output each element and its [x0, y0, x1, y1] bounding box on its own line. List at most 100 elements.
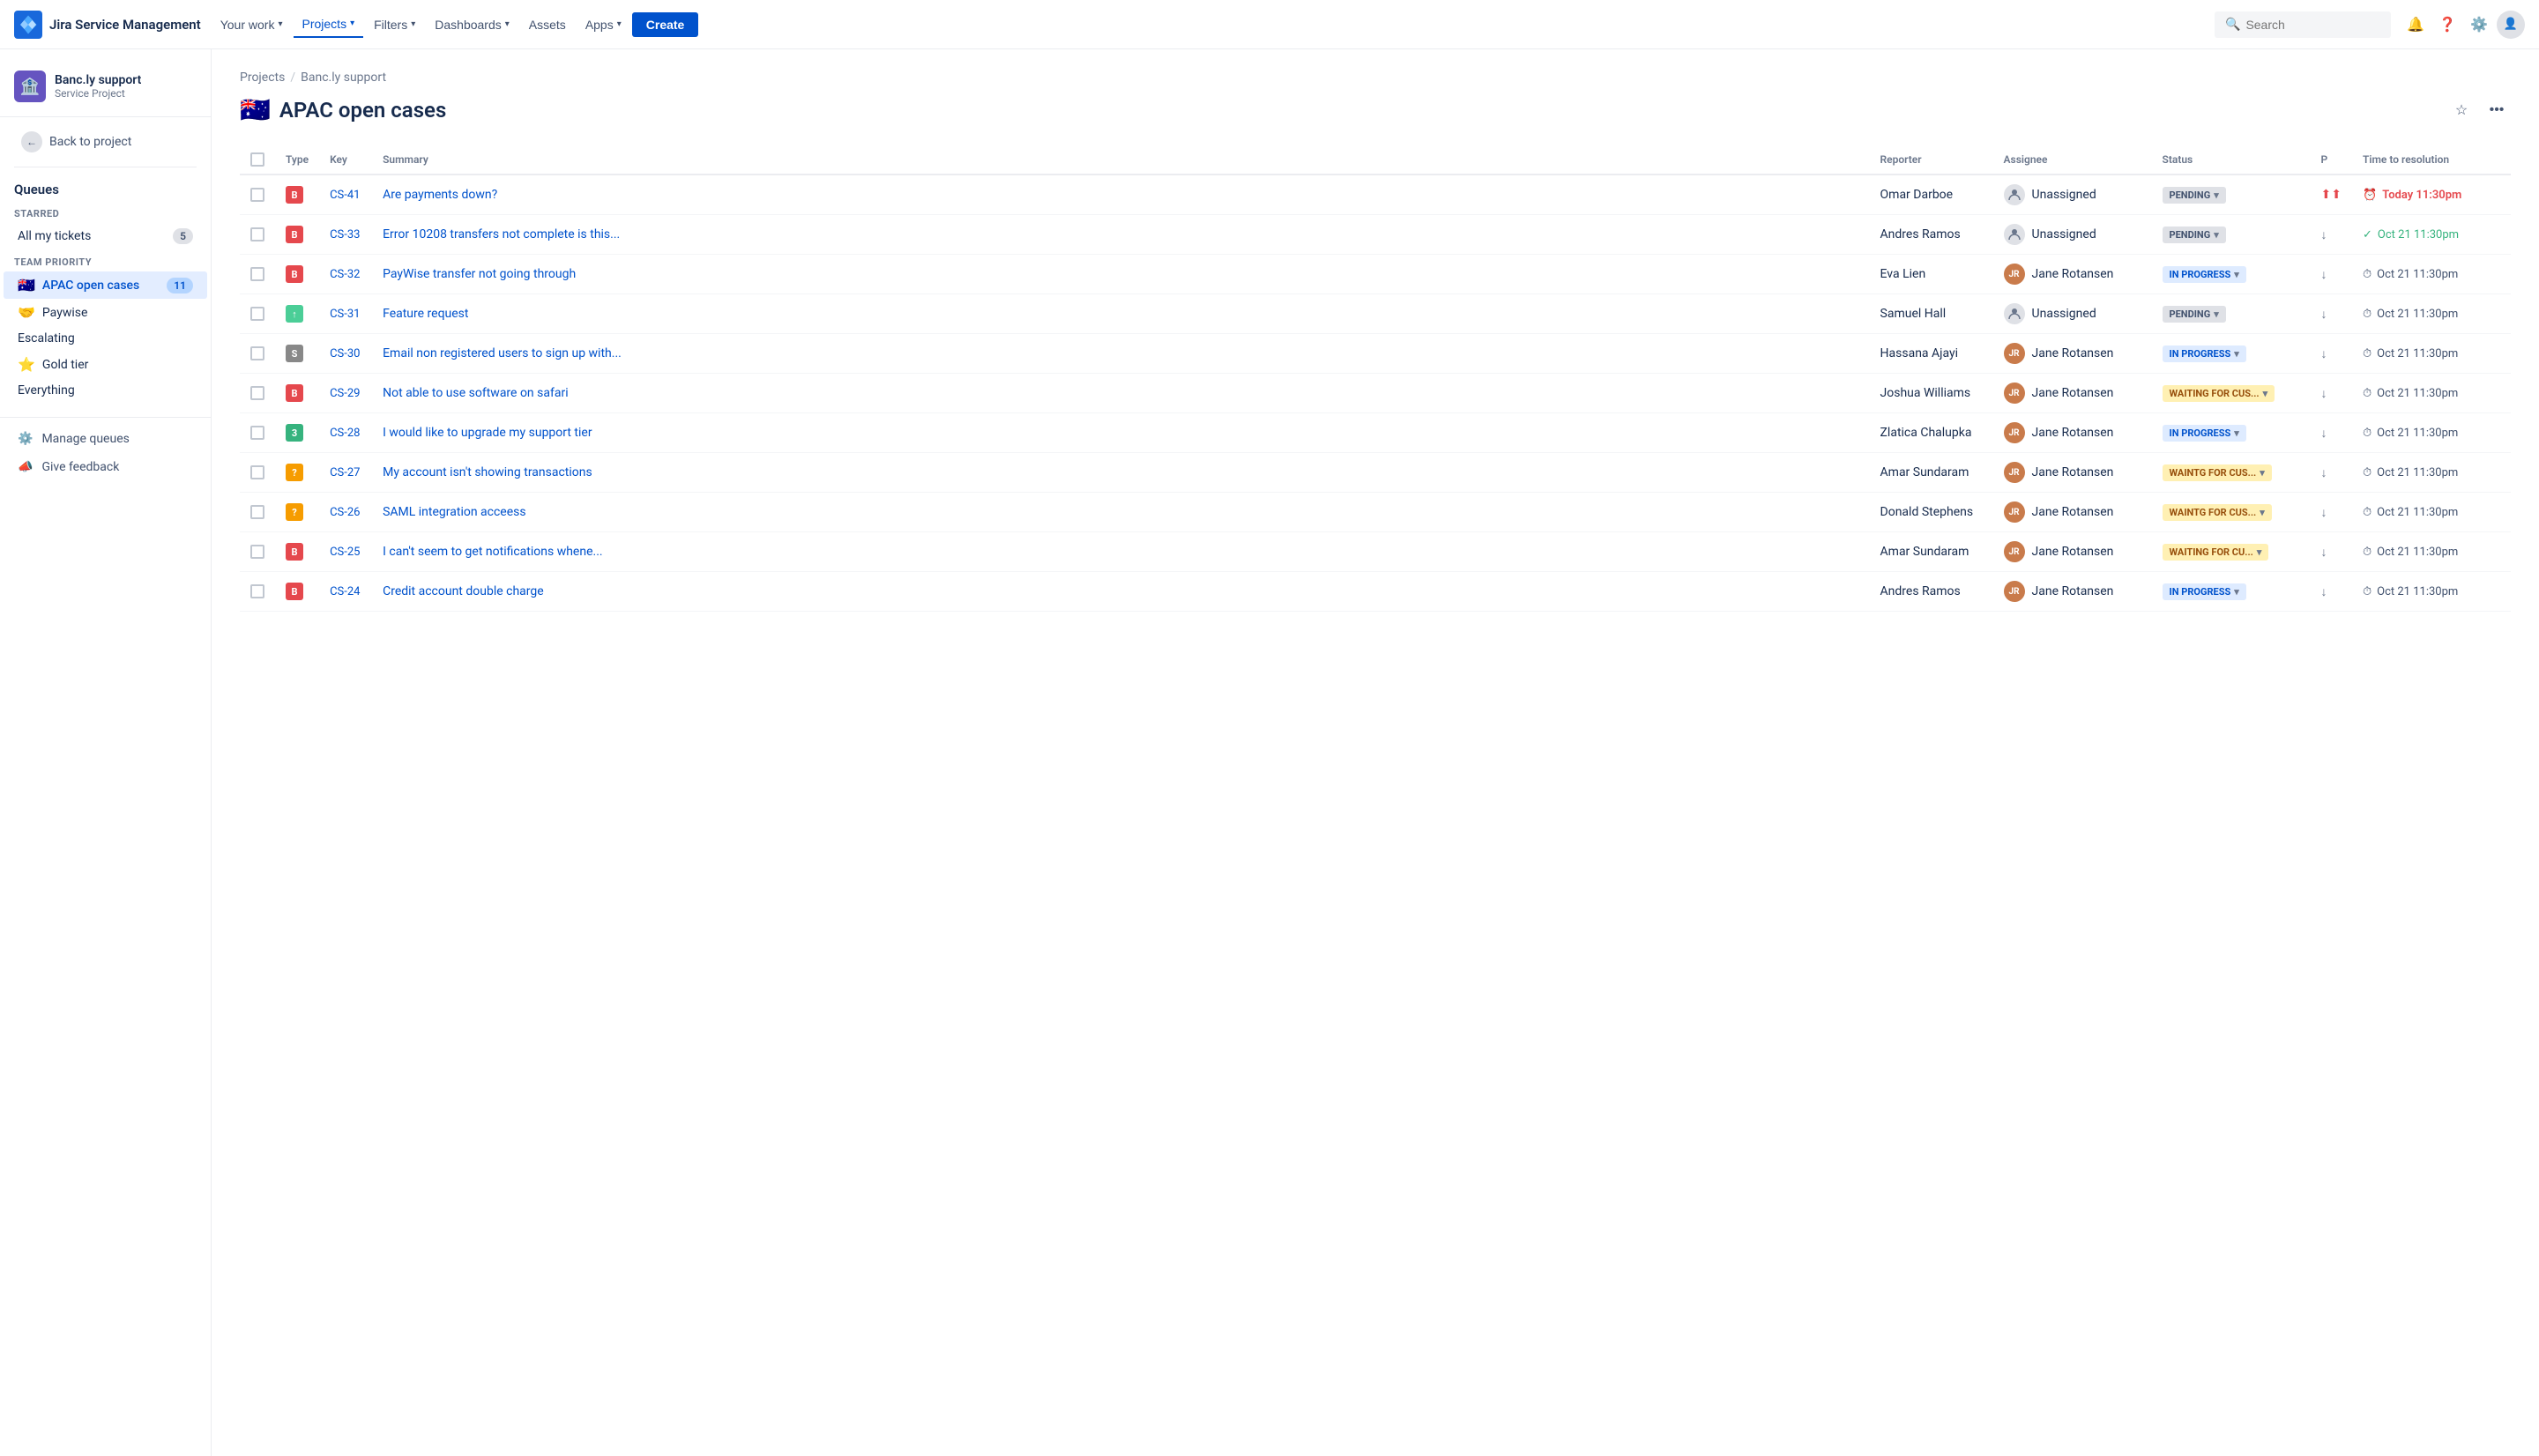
row-checkbox[interactable]	[250, 426, 264, 440]
issue-key[interactable]: CS-31	[330, 308, 360, 321]
time-cell: ⏱ Oct 21 11:30pm	[2363, 546, 2500, 559]
sidebar-item-escalating[interactable]: Escalating	[4, 326, 207, 351]
settings-button[interactable]: ⚙️	[2465, 11, 2493, 39]
status-badge[interactable]: PENDING ▾	[2163, 227, 2226, 243]
reporter-name: Samuel Hall	[1880, 307, 1947, 321]
status-badge[interactable]: IN PROGRESS ▾	[2163, 425, 2246, 442]
priority-icon: ↓	[2321, 546, 2327, 560]
nav-apps[interactable]: Apps ▾	[577, 12, 630, 37]
more-actions-button[interactable]: •••	[2483, 96, 2511, 124]
status-badge[interactable]: IN PROGRESS ▾	[2163, 345, 2246, 362]
status-badge[interactable]: WAINTG FOR CUS... ▾	[2163, 464, 2272, 481]
time-cell: ⏱ Oct 21 11:30pm	[2363, 506, 2500, 519]
status-badge[interactable]: WAINTG FOR CUS... ▾	[2163, 504, 2272, 521]
status-badge[interactable]: WAITING FOR CU... ▾	[2163, 544, 2269, 561]
priority-icon: ⬆⬆	[2321, 188, 2342, 202]
status-badge[interactable]: PENDING ▾	[2163, 306, 2226, 323]
row-checkbox[interactable]	[250, 188, 264, 202]
give-feedback-item[interactable]: 📣 Give feedback	[4, 453, 207, 481]
issue-key[interactable]: CS-30	[330, 347, 360, 360]
time-icon: ⏱	[2363, 506, 2371, 519]
issue-key[interactable]: CS-27	[330, 466, 360, 479]
search-input[interactable]	[2245, 18, 2380, 32]
priority-icon: ↓	[2321, 466, 2327, 480]
row-checkbox[interactable]	[250, 465, 264, 479]
page-title-text: APAC open cases	[279, 98, 446, 123]
breadcrumb-project-name[interactable]: Banc.ly support	[301, 71, 386, 85]
nav-projects[interactable]: Projects ▾	[294, 11, 364, 38]
issue-key[interactable]: CS-29	[330, 387, 360, 400]
sidebar-emoji: ⭐	[18, 356, 35, 373]
sidebar-label: Paywise	[42, 306, 87, 320]
issue-key[interactable]: CS-41	[330, 189, 360, 202]
row-checkbox[interactable]	[250, 505, 264, 519]
assignee-name: Jane Rotansen	[2032, 426, 2114, 440]
row-checkbox[interactable]	[250, 584, 264, 598]
issue-key[interactable]: CS-26	[330, 506, 360, 519]
issue-summary[interactable]: Not able to use software on safari	[383, 386, 569, 400]
issue-summary[interactable]: Email non registered users to sign up wi…	[383, 346, 622, 360]
time-cell: ⏱ Oct 21 11:30pm	[2363, 308, 2500, 321]
row-checkbox[interactable]	[250, 227, 264, 241]
nav-filters[interactable]: Filters ▾	[365, 12, 424, 37]
assignee-cell: JR Jane Rotansen	[2004, 462, 2141, 483]
assignee-name: Jane Rotansen	[2032, 267, 2114, 281]
issue-summary[interactable]: I can't seem to get notifications whene.…	[383, 545, 603, 559]
sidebar-item-paywise[interactable]: 🤝 Paywise	[4, 299, 207, 326]
row-checkbox[interactable]	[250, 307, 264, 321]
row-checkbox[interactable]	[250, 346, 264, 360]
sidebar-item-all-tickets[interactable]: All my tickets 5	[4, 223, 207, 249]
reporter-name: Hassana Ajayi	[1880, 346, 1959, 360]
notifications-button[interactable]: 🔔	[2401, 11, 2430, 39]
star-button[interactable]: ☆	[2447, 96, 2476, 124]
issue-summary[interactable]: PayWise transfer not going through	[383, 267, 576, 281]
time-cell: ⏱ Oct 21 11:30pm	[2363, 347, 2500, 360]
row-checkbox[interactable]	[250, 386, 264, 400]
issue-summary[interactable]: Error 10208 transfers not complete is th…	[383, 227, 620, 241]
issue-summary[interactable]: Credit account double charge	[383, 584, 544, 598]
type-icon: B	[286, 543, 303, 561]
type-icon: B	[286, 186, 303, 204]
issue-key[interactable]: CS-32	[330, 268, 360, 281]
nav-your-work[interactable]: Your work ▾	[212, 12, 292, 37]
issue-key[interactable]: CS-33	[330, 228, 360, 241]
time-icon: ⏱	[2363, 387, 2371, 400]
chevron-down-icon: ▾	[2214, 308, 2219, 320]
status-badge[interactable]: WAITING FOR CUS... ▾	[2163, 385, 2275, 402]
assignee-cell: JR Jane Rotansen	[2004, 541, 2141, 562]
nav-assets[interactable]: Assets	[520, 12, 575, 37]
table-row: 3CS-28I would like to upgrade my support…	[240, 413, 2511, 453]
priority-icon: ↓	[2321, 308, 2327, 322]
help-button[interactable]: ❓	[2433, 11, 2461, 39]
priority-icon: ↓	[2321, 585, 2327, 599]
create-button[interactable]: Create	[632, 12, 699, 37]
status-badge[interactable]: PENDING ▾	[2163, 187, 2226, 204]
assignee-cell: Unassigned	[2004, 184, 2141, 205]
issue-key[interactable]: CS-28	[330, 427, 360, 440]
sidebar-item-apac[interactable]: 🇦🇺 APAC open cases 11	[4, 271, 207, 299]
row-checkbox[interactable]	[250, 545, 264, 559]
issue-summary[interactable]: I would like to upgrade my support tier	[383, 426, 592, 440]
issue-summary[interactable]: SAML integration acceess	[383, 505, 526, 519]
select-all-checkbox[interactable]	[250, 152, 264, 167]
app-logo[interactable]: Jira Service Management	[14, 11, 201, 39]
issue-summary[interactable]: My account isn't showing transactions	[383, 465, 592, 479]
table-row: BCS-33Error 10208 transfers not complete…	[240, 215, 2511, 255]
sidebar-item-gold-tier[interactable]: ⭐ Gold tier	[4, 351, 207, 378]
status-badge[interactable]: IN PROGRESS ▾	[2163, 583, 2246, 600]
sidebar-item-everything[interactable]: Everything	[4, 378, 207, 403]
page-title-emoji: 🇦🇺	[240, 95, 271, 124]
issue-summary[interactable]: Are payments down?	[383, 188, 497, 202]
nav-dashboards[interactable]: Dashboards ▾	[426, 12, 518, 37]
status-badge[interactable]: IN PROGRESS ▾	[2163, 266, 2246, 283]
issue-summary[interactable]: Feature request	[383, 307, 468, 321]
manage-queues-item[interactable]: ⚙️ Manage queues	[4, 425, 207, 453]
row-checkbox[interactable]	[250, 267, 264, 281]
issue-key[interactable]: CS-25	[330, 546, 360, 559]
back-to-project[interactable]: ← Back to project	[7, 124, 204, 160]
chevron-icon: ▾	[617, 19, 622, 29]
issue-key[interactable]: CS-24	[330, 585, 360, 598]
breadcrumb-projects[interactable]: Projects	[240, 71, 285, 85]
search-bar[interactable]: 🔍	[2215, 11, 2391, 38]
user-avatar[interactable]: 👤	[2497, 11, 2525, 39]
